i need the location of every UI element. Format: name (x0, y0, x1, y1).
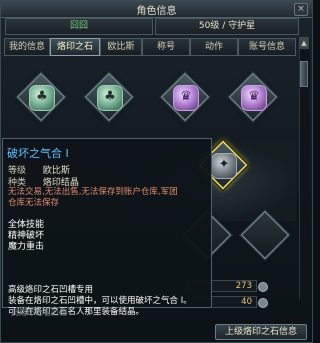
stat-value: 273 (235, 281, 252, 291)
stat-value: 40 (241, 297, 252, 307)
stat-orb-icon (258, 298, 268, 308)
tab-account-info[interactable]: 账号信息 (238, 38, 296, 56)
stat-orb-icon (258, 282, 268, 292)
advanced-brand-stone-info-button[interactable]: 上级烙印之石信息 (215, 324, 307, 340)
character-header: 囧囧 50级 / 守护星 (5, 18, 299, 35)
character-info-window: 角色信息 × 囧囧 50级 / 守护星 我的信息 烙印之石 欧比斯 称号 动作 … (0, 0, 313, 343)
tab-obis[interactable]: 欧比斯 (100, 38, 142, 56)
empty-socket-icon (240, 210, 290, 260)
scroll-up-icon[interactable]: ▲ (299, 37, 309, 49)
tab-brand-stone[interactable]: 烙印之石 (50, 38, 100, 56)
stone-slot-3[interactable]: ♛ (160, 72, 210, 122)
window-title: 角色信息 (136, 6, 177, 17)
tab-my-info[interactable]: 我的信息 (4, 38, 50, 56)
socket-caption: 此烙印之石凹槽 (11, 308, 67, 317)
dark-rune-stone-icon: ✦ (211, 153, 237, 179)
trade-restriction-text: 无法交易,无法出售,无法保存到账户仓库,军团 (8, 187, 178, 197)
attribute-line: 魔力重击 (8, 242, 45, 252)
stone-slot-2[interactable]: ♣ (84, 72, 134, 122)
tab-titles[interactable]: 称号 (142, 38, 190, 56)
stone-slot-empty-2[interactable] (240, 210, 290, 260)
scrollbar-thumb[interactable] (300, 61, 308, 87)
close-icon[interactable]: × (294, 3, 308, 16)
stone-slot-1[interactable]: ♣ (16, 72, 66, 122)
title-bar[interactable]: 角色信息 × (1, 1, 312, 18)
purple-rune-stone-icon: ♛ (241, 85, 267, 111)
tab-bar: 我的信息 烙印之石 欧比斯 称号 动作 账号信息 (4, 38, 304, 56)
character-name: 囧囧 (5, 18, 153, 35)
green-rune-stone-icon: ♣ (29, 85, 55, 111)
green-rune-stone-icon: ♣ (97, 85, 123, 111)
stone-slot-4[interactable]: ♛ (228, 72, 278, 122)
purple-rune-stone-icon: ♛ (173, 85, 199, 111)
tooltip-title: 破坏之气合 I (7, 147, 69, 160)
tab-actions[interactable]: 动作 (190, 38, 238, 56)
level-class-label: 50级 / 守护星 (155, 18, 299, 35)
item-tooltip: 破坏之气合 I 等级 欧比斯 种类 烙印结晶 无法交易,无法出售,无法保存到账户… (2, 138, 212, 317)
trade-restriction-text: 仓库无法保存 (8, 198, 60, 208)
